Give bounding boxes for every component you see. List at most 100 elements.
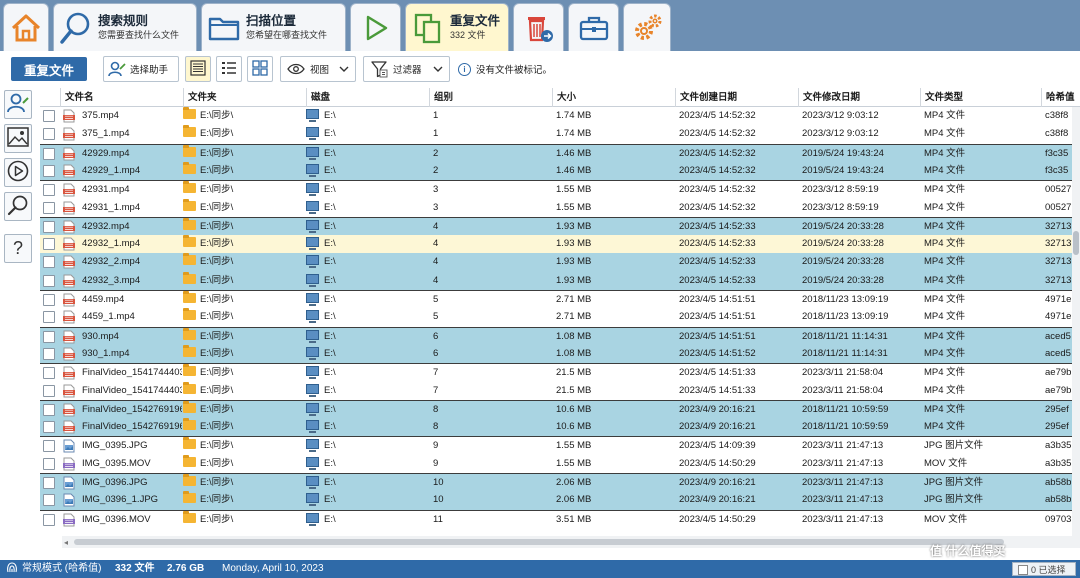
row-checkbox[interactable] — [43, 256, 55, 269]
drive-icon — [306, 493, 319, 507]
cell-filename: 42932_1.mp4 — [82, 238, 141, 250]
mp4-file-icon — [62, 183, 76, 197]
table-row[interactable]: 42932_2.mp4 E:\同步\ E:\ 4 1.93 MB 2023/4/5 14:… — [40, 253, 1080, 272]
table-row[interactable]: 375_1.mp4 E:\同步\ E:\ 1 1.74 MB 2023/4/5 14:52… — [40, 125, 1080, 143]
column-header-type[interactable]: 文件类型 — [920, 88, 1041, 107]
table-row[interactable]: FinalVideo_1542769196 E:\同步\ E:\ 8 10.6 MB 20… — [40, 399, 1080, 419]
cell-folder-text: E:\同步\ — [200, 457, 234, 469]
selection-assistant-button[interactable]: 选择助手 — [103, 56, 179, 82]
cell-modified: 2023/3/12 8:59:19 — [802, 201, 879, 213]
vertical-scrollbar[interactable] — [1072, 107, 1080, 536]
row-checkbox[interactable] — [43, 457, 55, 470]
table-row[interactable]: 42929_1.mp4 E:\同步\ E:\ 2 1.46 MB 2023/4/5 14:… — [40, 161, 1080, 181]
home-tab[interactable] — [3, 3, 49, 51]
help-button[interactable]: ? — [4, 234, 32, 263]
search-side-button[interactable] — [4, 192, 32, 221]
table-row[interactable]: FinalVideo_1541744403 E:\同步\ E:\ 7 21.5 MB 20… — [40, 363, 1080, 381]
column-header-filename[interactable]: 文件名 — [60, 88, 183, 107]
horizontal-scroll-thumb[interactable] — [74, 539, 1004, 545]
row-checkbox[interactable] — [43, 421, 55, 434]
column-header-size[interactable]: 大小 — [552, 88, 675, 107]
tab-duplicate-files[interactable]: 重复文件 332 文件 — [405, 3, 509, 51]
table-row[interactable]: 930_1.mp4 E:\同步\ E:\ 6 1.08 MB 2023/4/5 14:51… — [40, 344, 1080, 364]
duplicates-button[interactable]: 重复文件 — [11, 57, 87, 81]
row-checkbox[interactable] — [43, 147, 55, 160]
vertical-scroll-thumb[interactable] — [1073, 231, 1079, 255]
table-row[interactable]: 4459_1.mp4 E:\同步\ E:\ 5 2.71 MB 2023/4/5 14:5… — [40, 308, 1080, 326]
tab-toolbox[interactable] — [568, 3, 619, 51]
column-header-created[interactable]: 文件创建日期 — [675, 88, 798, 107]
table-row[interactable]: IMG_0396.MOV E:\同步\ E:\ 11 3.51 MB 2023/4/5 1… — [40, 509, 1080, 528]
image-icon — [7, 127, 29, 150]
row-checkbox[interactable] — [43, 347, 55, 360]
cell-modified: 2018/11/21 11:14:31 — [802, 330, 888, 342]
file-count: 332 文件 — [115, 563, 155, 574]
cell-filename: 4459_1.mp4 — [82, 311, 135, 323]
tab-search-rules[interactable]: 搜索规则 您需要查找什么文件 — [53, 3, 197, 51]
column-header-modified[interactable]: 文件修改日期 — [798, 88, 920, 107]
cell-folder: E:\同步\ — [183, 217, 303, 236]
column-header-group[interactable]: 组别 — [429, 88, 552, 107]
row-checkbox[interactable] — [43, 513, 55, 526]
row-checkbox[interactable] — [43, 201, 55, 214]
tab-scan-location[interactable]: 扫描位置 您希望在哪查找文件 — [201, 3, 346, 51]
row-checkbox[interactable] — [43, 477, 55, 489]
selected-count[interactable]: 0 已选择 — [1012, 562, 1076, 576]
table-row[interactable]: 375.mp4 E:\同步\ E:\ 1 1.74 MB 2023/4/5 14:52:3… — [40, 107, 1080, 125]
row-checkbox[interactable] — [43, 220, 55, 233]
list-view-button[interactable] — [216, 56, 242, 82]
table-row[interactable]: 930.mp4 E:\同步\ E:\ 6 1.08 MB 2023/4/5 14:51:5… — [40, 326, 1080, 346]
table-row[interactable]: FinalVideo_1542769196 E:\同步\ E:\ 8 10.6 MB 20… — [40, 418, 1080, 437]
table-row[interactable]: 42929.mp4 E:\同步\ E:\ 2 1.46 MB 2023/4/5 14:52… — [40, 143, 1080, 162]
row-checkbox[interactable] — [43, 330, 55, 343]
magnifier-icon — [7, 194, 29, 219]
table-row[interactable]: 4459.mp4 E:\同步\ E:\ 5 2.71 MB 2023/4/5 14:51:… — [40, 290, 1080, 308]
table-row[interactable]: 42931.mp4 E:\同步\ E:\ 3 1.55 MB 2023/4/5 14:52… — [40, 180, 1080, 198]
row-checkbox[interactable] — [43, 367, 55, 380]
filter-dropdown[interactable]: 过滤器 — [363, 56, 450, 82]
table-row[interactable]: IMG_0395.JPG E:\同步\ E:\ 9 1.55 MB 2023/4/5 14… — [40, 436, 1080, 454]
row-checkbox[interactable] — [43, 384, 55, 397]
row-checkbox[interactable] — [43, 494, 55, 507]
cell-disk: E:\ — [306, 328, 426, 346]
cell-group: 4 — [433, 274, 439, 286]
cell-size: 21.5 MB — [556, 384, 592, 396]
table-row[interactable]: 42932.mp4 E:\同步\ E:\ 4 1.93 MB 2023/4/5 14:52… — [40, 216, 1080, 236]
row-checkbox[interactable] — [43, 294, 55, 306]
scroll-left-arrow-icon[interactable]: ◂ — [64, 538, 68, 547]
cell-group: 5 — [433, 311, 439, 323]
table-row[interactable]: 42932_3.mp4 E:\同步\ E:\ 4 1.93 MB 2023/4/5 14:… — [40, 271, 1080, 290]
column-header-disk[interactable]: 磁盘 — [306, 88, 429, 107]
image-preview-button[interactable] — [4, 124, 32, 153]
table-row[interactable]: IMG_0396_1.JPG E:\同步\ E:\ 10 2.06 MB 2023/4/9… — [40, 491, 1080, 510]
cell-disk-text: E:\ — [324, 256, 336, 268]
table-row[interactable]: FinalVideo_1541744403 E:\同步\ E:\ 7 21.5 MB 20… — [40, 381, 1080, 400]
row-checkbox[interactable] — [43, 184, 55, 197]
row-checkbox[interactable] — [43, 238, 55, 251]
row-checkbox[interactable] — [43, 128, 55, 141]
row-checkbox[interactable] — [43, 274, 55, 287]
view-dropdown[interactable]: 视图 — [280, 56, 356, 82]
row-checkbox[interactable] — [43, 110, 55, 122]
row-checkbox[interactable] — [43, 164, 55, 177]
tab-start-scan[interactable] — [350, 3, 401, 51]
table-row[interactable]: 42931_1.mp4 E:\同步\ E:\ 3 1.55 MB 2023/4/5 14:… — [40, 198, 1080, 217]
cell-folder-text: E:\同步\ — [200, 403, 234, 415]
row-checkbox[interactable] — [43, 440, 55, 453]
horizontal-scrollbar[interactable]: ◂ — [62, 536, 1080, 548]
details-view-button[interactable] — [185, 56, 211, 82]
cell-created: 2023/4/9 20:16:21 — [679, 494, 756, 506]
table-row[interactable]: IMG_0396.JPG E:\同步\ E:\ 10 2.06 MB 2023/4/9 2… — [40, 473, 1080, 492]
tab-settings[interactable] — [623, 3, 671, 51]
grid-view-button[interactable] — [247, 56, 273, 82]
row-checkbox[interactable] — [43, 403, 55, 416]
media-preview-button[interactable] — [4, 158, 32, 187]
tab-delete[interactable] — [513, 3, 564, 51]
column-header-folder[interactable]: 文件夹 — [183, 88, 306, 107]
table-row[interactable]: 42932_1.mp4 E:\同步\ E:\ 4 1.93 MB 2023/4/5 14:… — [40, 235, 1080, 254]
column-header-hash[interactable]: 哈希值 — [1041, 88, 1080, 107]
cell-disk: E:\ — [306, 199, 426, 217]
table-row[interactable]: IMG_0395.MOV E:\同步\ E:\ 9 1.55 MB 2023/4/5 14… — [40, 454, 1080, 473]
selection-assistant-side-button[interactable] — [4, 90, 32, 119]
row-checkbox[interactable] — [43, 311, 55, 324]
